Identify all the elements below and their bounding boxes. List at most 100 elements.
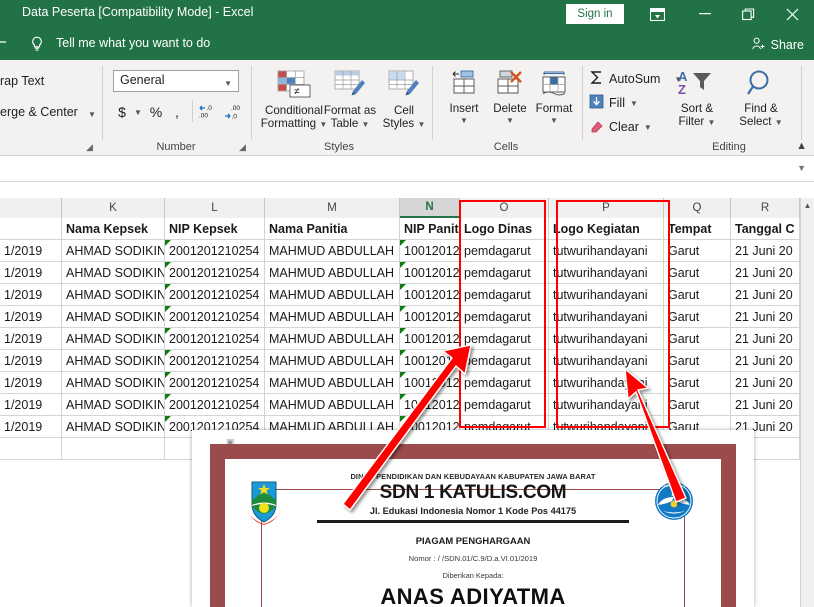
table-row-cell[interactable]: tutwurihandayani: [549, 240, 664, 262]
table-row-cell[interactable]: 21 Juni 20: [731, 262, 800, 284]
table-row-cell[interactable]: 21 Juni 20: [731, 306, 800, 328]
table-row-cell[interactable]: MAHMUD ABDULLAH: [265, 306, 400, 328]
table-row-cell[interactable]: 10012012103: [400, 284, 460, 306]
number-format-select[interactable]: General ▼: [113, 70, 239, 92]
table-row-cell[interactable]: 21 Juni 20: [731, 240, 800, 262]
restore-icon[interactable]: [733, 4, 763, 24]
table-row-cell[interactable]: 2001201210254: [165, 372, 265, 394]
ribbon-display-options-icon[interactable]: [642, 4, 672, 24]
minimize-icon[interactable]: [690, 4, 720, 24]
table-row-cell[interactable]: tutwurihandayani: [549, 350, 664, 372]
column-header-L[interactable]: L: [165, 198, 265, 218]
table-row-cell[interactable]: pemdagarut: [460, 372, 549, 394]
table-row-cell[interactable]: 10012012103: [400, 306, 460, 328]
table-row-cell[interactable]: 1/2019: [0, 240, 62, 262]
table-row-cell[interactable]: 1/2019: [0, 350, 62, 372]
fill-dropdown-icon[interactable]: ▼: [630, 99, 638, 108]
table-row-cell[interactable]: pemdagarut: [460, 240, 549, 262]
table-row-cell[interactable]: AHMAD SODIKIN: [62, 416, 165, 438]
table-row-cell[interactable]: Garut: [664, 306, 731, 328]
certificate-preview-image[interactable]: ▣ TUT WURI HANDAYANI DINAS PENDIDIKAN DA…: [192, 430, 754, 607]
table-row-cell[interactable]: 2001201210254: [165, 328, 265, 350]
table-row-cell[interactable]: 10012012103: [400, 350, 460, 372]
currency-dropdown-icon[interactable]: ▼: [131, 100, 145, 124]
table-row-cell[interactable]: MAHMUD ABDULLAH: [265, 262, 400, 284]
table-row-cell[interactable]: 2001201210254: [165, 306, 265, 328]
column-header-P[interactable]: P: [549, 198, 664, 218]
fill-button[interactable]: Fill ▼: [589, 92, 638, 114]
table-row-cell[interactable]: AHMAD SODIKIN: [62, 394, 165, 416]
vertical-scrollbar[interactable]: ▲: [800, 198, 814, 607]
table-row-cell[interactable]: MAHMUD ABDULLAH: [265, 394, 400, 416]
table-row-cell[interactable]: 2001201210254: [165, 262, 265, 284]
table-row-cell[interactable]: 10012012103: [400, 328, 460, 350]
table-row-cell[interactable]: 2001201210254: [165, 240, 265, 262]
table-row-cell[interactable]: Garut: [664, 284, 731, 306]
table-row-cell[interactable]: 21 Juni 20: [731, 284, 800, 306]
table-row-cell[interactable]: 10012012103: [400, 372, 460, 394]
table-row-cell[interactable]: MAHMUD ABDULLAH: [265, 328, 400, 350]
tell-me-input[interactable]: Tell me what you want to do: [56, 36, 210, 50]
table-row-cell[interactable]: 1/2019: [0, 394, 62, 416]
currency-format-button[interactable]: $: [113, 100, 131, 124]
find-select-button[interactable]: Find & Select ▼: [730, 64, 792, 144]
table-row-cell[interactable]: 21 Juni 20: [731, 372, 800, 394]
table-row-cell[interactable]: Garut: [664, 328, 731, 350]
column-header-R[interactable]: R: [731, 198, 800, 218]
table-row-cell[interactable]: 1/2019: [0, 416, 62, 438]
column-title-cell[interactable]: NIP Panitia: [400, 218, 460, 240]
table-row-cell[interactable]: Garut: [664, 240, 731, 262]
table-row-cell[interactable]: tutwurihandayani: [549, 394, 664, 416]
table-row-cell[interactable]: Garut: [664, 372, 731, 394]
table-row-cell[interactable]: 2001201210254: [165, 394, 265, 416]
table-row-cell[interactable]: 2001201210254: [165, 284, 265, 306]
table-row-cell[interactable]: 1/2019: [0, 306, 62, 328]
column-header-Q[interactable]: Q: [664, 198, 731, 218]
column-header-K[interactable]: K: [62, 198, 165, 218]
decrease-decimal-icon[interactable]: .0 .00: [196, 100, 220, 124]
percent-format-button[interactable]: %: [146, 100, 166, 124]
cell-styles-button[interactable]: Cell Styles ▼: [367, 64, 441, 136]
column-title-cell[interactable]: Tempat: [664, 218, 731, 240]
column-title-cell[interactable]: NIP Kepsek: [165, 218, 265, 240]
formula-bar[interactable]: ▼: [0, 156, 814, 182]
close-icon[interactable]: [777, 4, 807, 24]
table-row-cell[interactable]: tutwurihandayani: [549, 284, 664, 306]
column-title-cell[interactable]: Nama Kepsek: [62, 218, 165, 240]
table-row-cell[interactable]: 10012012103: [400, 394, 460, 416]
format-cells-button[interactable]: Format ▼: [526, 64, 582, 144]
column-header-O[interactable]: O: [460, 198, 549, 218]
table-row-cell[interactable]: tutwurihandayani: [549, 306, 664, 328]
table-row-cell[interactable]: pemdagarut: [460, 394, 549, 416]
table-row-cell[interactable]: MAHMUD ABDULLAH: [265, 372, 400, 394]
sort-filter-button[interactable]: A Z Sort & Filter ▼: [666, 64, 728, 144]
table-row-cell[interactable]: Garut: [664, 262, 731, 284]
scroll-up-arrow-icon[interactable]: ▲: [801, 198, 814, 213]
table-row-cell[interactable]: 21 Juni 20: [731, 394, 800, 416]
table-row-cell[interactable]: AHMAD SODIKIN: [62, 284, 165, 306]
table-row-cell[interactable]: AHMAD SODIKIN: [62, 240, 165, 262]
table-row-cell[interactable]: AHMAD SODIKIN: [62, 350, 165, 372]
table-row-cell[interactable]: 1/2019: [0, 284, 62, 306]
table-row-cell[interactable]: MAHMUD ABDULLAH: [265, 350, 400, 372]
clear-dropdown-icon[interactable]: ▼: [644, 123, 652, 132]
column-title-cell[interactable]: Tanggal C: [731, 218, 800, 240]
column-title-cell[interactable]: [0, 218, 62, 240]
format-dropdown-icon[interactable]: ▼: [526, 116, 582, 125]
table-row-cell[interactable]: 2001201210254: [165, 350, 265, 372]
table-row-cell[interactable]: pemdagarut: [460, 284, 549, 306]
number-dialog-launcher[interactable]: ◢: [237, 142, 248, 153]
table-row-cell[interactable]: 21 Juni 20: [731, 350, 800, 372]
table-row-cell[interactable]: MAHMUD ABDULLAH: [265, 240, 400, 262]
table-row-cell[interactable]: pemdagarut: [460, 262, 549, 284]
table-row-cell[interactable]: 1/2019: [0, 372, 62, 394]
table-row-cell[interactable]: AHMAD SODIKIN: [62, 372, 165, 394]
table-row-cell[interactable]: pemdagarut: [460, 350, 549, 372]
table-row-cell[interactable]: tutwurihandayani: [549, 262, 664, 284]
table-row-cell[interactable]: Garut: [664, 394, 731, 416]
increase-decimal-icon[interactable]: .00 .0: [222, 100, 246, 124]
table-row-cell[interactable]: AHMAD SODIKIN: [62, 306, 165, 328]
table-row-cell[interactable]: 1/2019: [0, 262, 62, 284]
column-title-cell[interactable]: Logo Dinas: [460, 218, 549, 240]
table-row-cell[interactable]: pemdagarut: [460, 306, 549, 328]
